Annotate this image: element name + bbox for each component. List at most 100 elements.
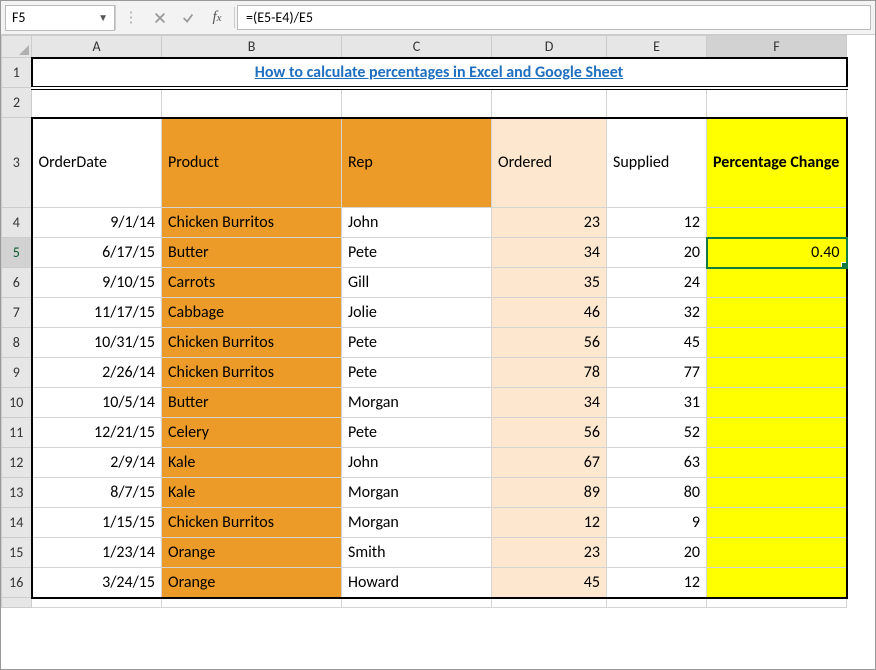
cell-rep[interactable]: Smith xyxy=(342,538,492,568)
row-header-1[interactable]: 1 xyxy=(2,58,32,88)
cell-date[interactable]: 2/9/14 xyxy=(32,448,162,478)
cell-rep[interactable]: Jolie xyxy=(342,298,492,328)
row-header-8[interactable]: 8 xyxy=(2,328,32,358)
cell-pct[interactable] xyxy=(707,328,847,358)
row-header-17[interactable] xyxy=(2,598,32,608)
cell-pct[interactable] xyxy=(707,208,847,238)
cell-ordered[interactable]: 45 xyxy=(492,568,607,598)
cell-B2[interactable] xyxy=(162,88,342,118)
cell-rep[interactable]: Morgan xyxy=(342,388,492,418)
cell-E17[interactable] xyxy=(607,598,707,608)
row-header-11[interactable]: 11 xyxy=(2,418,32,448)
row-header-13[interactable]: 13 xyxy=(2,478,32,508)
cell-rep[interactable]: Morgan xyxy=(342,478,492,508)
cell-supplied[interactable]: 52 xyxy=(607,418,707,448)
cell-A17[interactable] xyxy=(32,598,162,608)
cell-ordered[interactable]: 34 xyxy=(492,238,607,268)
header-rep[interactable]: Rep xyxy=(342,118,492,208)
cell-ordered[interactable]: 89 xyxy=(492,478,607,508)
cell-ordered[interactable]: 34 xyxy=(492,388,607,418)
cell-E2[interactable] xyxy=(607,88,707,118)
cell-product[interactable]: Celery xyxy=(162,418,342,448)
cell-B17[interactable] xyxy=(162,598,342,608)
cell-pct[interactable] xyxy=(707,478,847,508)
cell-rep[interactable]: Pete xyxy=(342,418,492,448)
cell-supplied[interactable]: 80 xyxy=(607,478,707,508)
cell-pct[interactable] xyxy=(707,298,847,328)
cell-supplied[interactable]: 12 xyxy=(607,568,707,598)
header-ordered[interactable]: Ordered xyxy=(492,118,607,208)
cell-date[interactable]: 1/15/15 xyxy=(32,508,162,538)
cell-supplied[interactable]: 20 xyxy=(607,238,707,268)
col-header-B[interactable]: B xyxy=(162,36,342,58)
cell-date[interactable]: 10/5/14 xyxy=(32,388,162,418)
cell-rep[interactable]: John xyxy=(342,448,492,478)
enter-icon[interactable] xyxy=(174,1,202,34)
cell-date[interactable]: 10/31/15 xyxy=(32,328,162,358)
cancel-icon[interactable] xyxy=(146,1,174,34)
cell-product[interactable]: Chicken Burritos xyxy=(162,208,342,238)
cell-product[interactable]: Orange xyxy=(162,538,342,568)
cell-date[interactable]: 1/23/14 xyxy=(32,538,162,568)
spreadsheet-grid[interactable]: A B C D E F 1 How to calculate percentag… xyxy=(1,35,875,669)
cell-supplied[interactable]: 31 xyxy=(607,388,707,418)
row-header-15[interactable]: 15 xyxy=(2,538,32,568)
cell-rep[interactable]: Morgan xyxy=(342,508,492,538)
cell-pct[interactable] xyxy=(707,388,847,418)
cell-A2[interactable] xyxy=(32,88,162,118)
select-all-corner[interactable] xyxy=(2,36,32,58)
cell-product[interactable]: Kale xyxy=(162,448,342,478)
cell-supplied[interactable]: 63 xyxy=(607,448,707,478)
cell-pct[interactable] xyxy=(707,538,847,568)
row-header-7[interactable]: 7 xyxy=(2,298,32,328)
cell-rep[interactable]: John xyxy=(342,208,492,238)
cell-product[interactable]: Chicken Burritos xyxy=(162,358,342,388)
header-product[interactable]: Product xyxy=(162,118,342,208)
row-header-10[interactable]: 10 xyxy=(2,388,32,418)
col-header-D[interactable]: D xyxy=(492,36,607,58)
col-header-A[interactable]: A xyxy=(32,36,162,58)
name-box[interactable]: F5 ▼ xyxy=(5,5,115,31)
cell-date[interactable]: 9/1/14 xyxy=(32,208,162,238)
title-cell[interactable]: How to calculate percentages in Excel an… xyxy=(32,58,847,88)
cell-ordered[interactable]: 35 xyxy=(492,268,607,298)
cell-ordered[interactable]: 46 xyxy=(492,298,607,328)
cell-product[interactable]: Orange xyxy=(162,568,342,598)
cell-pct[interactable] xyxy=(707,268,847,298)
cell-product[interactable]: Kale xyxy=(162,478,342,508)
cell-ordered[interactable]: 23 xyxy=(492,208,607,238)
cell-product[interactable]: Chicken Burritos xyxy=(162,328,342,358)
cell-product[interactable]: Butter xyxy=(162,388,342,418)
row-header-16[interactable]: 16 xyxy=(2,568,32,598)
cell-product[interactable]: Butter xyxy=(162,238,342,268)
header-percentage-change[interactable]: Percentage Change xyxy=(707,118,847,208)
cell-date[interactable]: 2/26/14 xyxy=(32,358,162,388)
cell-D17[interactable] xyxy=(492,598,607,608)
row-header-9[interactable]: 9 xyxy=(2,358,32,388)
row-header-4[interactable]: 4 xyxy=(2,208,32,238)
cell-date[interactable]: 12/21/15 xyxy=(32,418,162,448)
cell-F2[interactable] xyxy=(707,88,847,118)
cell-C17[interactable] xyxy=(342,598,492,608)
cell-supplied[interactable]: 77 xyxy=(607,358,707,388)
cell-date[interactable]: 6/17/15 xyxy=(32,238,162,268)
cell-supplied[interactable]: 45 xyxy=(607,328,707,358)
formula-input[interactable]: =(E5-E4)/E5 xyxy=(237,5,871,30)
name-box-dropdown-icon[interactable]: ▼ xyxy=(98,11,108,24)
cell-date[interactable]: 9/10/15 xyxy=(32,268,162,298)
cell-pct[interactable] xyxy=(707,568,847,598)
cell-pct[interactable] xyxy=(707,508,847,538)
cell-ordered[interactable]: 67 xyxy=(492,448,607,478)
cell-supplied[interactable]: 32 xyxy=(607,298,707,328)
cell-pct[interactable]: 0.40 xyxy=(707,238,847,268)
cell-rep[interactable]: Pete xyxy=(342,358,492,388)
cell-ordered[interactable]: 12 xyxy=(492,508,607,538)
cell-F17[interactable] xyxy=(707,598,847,608)
cell-date[interactable]: 3/24/15 xyxy=(32,568,162,598)
col-header-E[interactable]: E xyxy=(607,36,707,58)
cell-ordered[interactable]: 78 xyxy=(492,358,607,388)
cell-supplied[interactable]: 24 xyxy=(607,268,707,298)
cell-product[interactable]: Cabbage xyxy=(162,298,342,328)
cell-rep[interactable]: Pete xyxy=(342,238,492,268)
cell-ordered[interactable]: 56 xyxy=(492,418,607,448)
